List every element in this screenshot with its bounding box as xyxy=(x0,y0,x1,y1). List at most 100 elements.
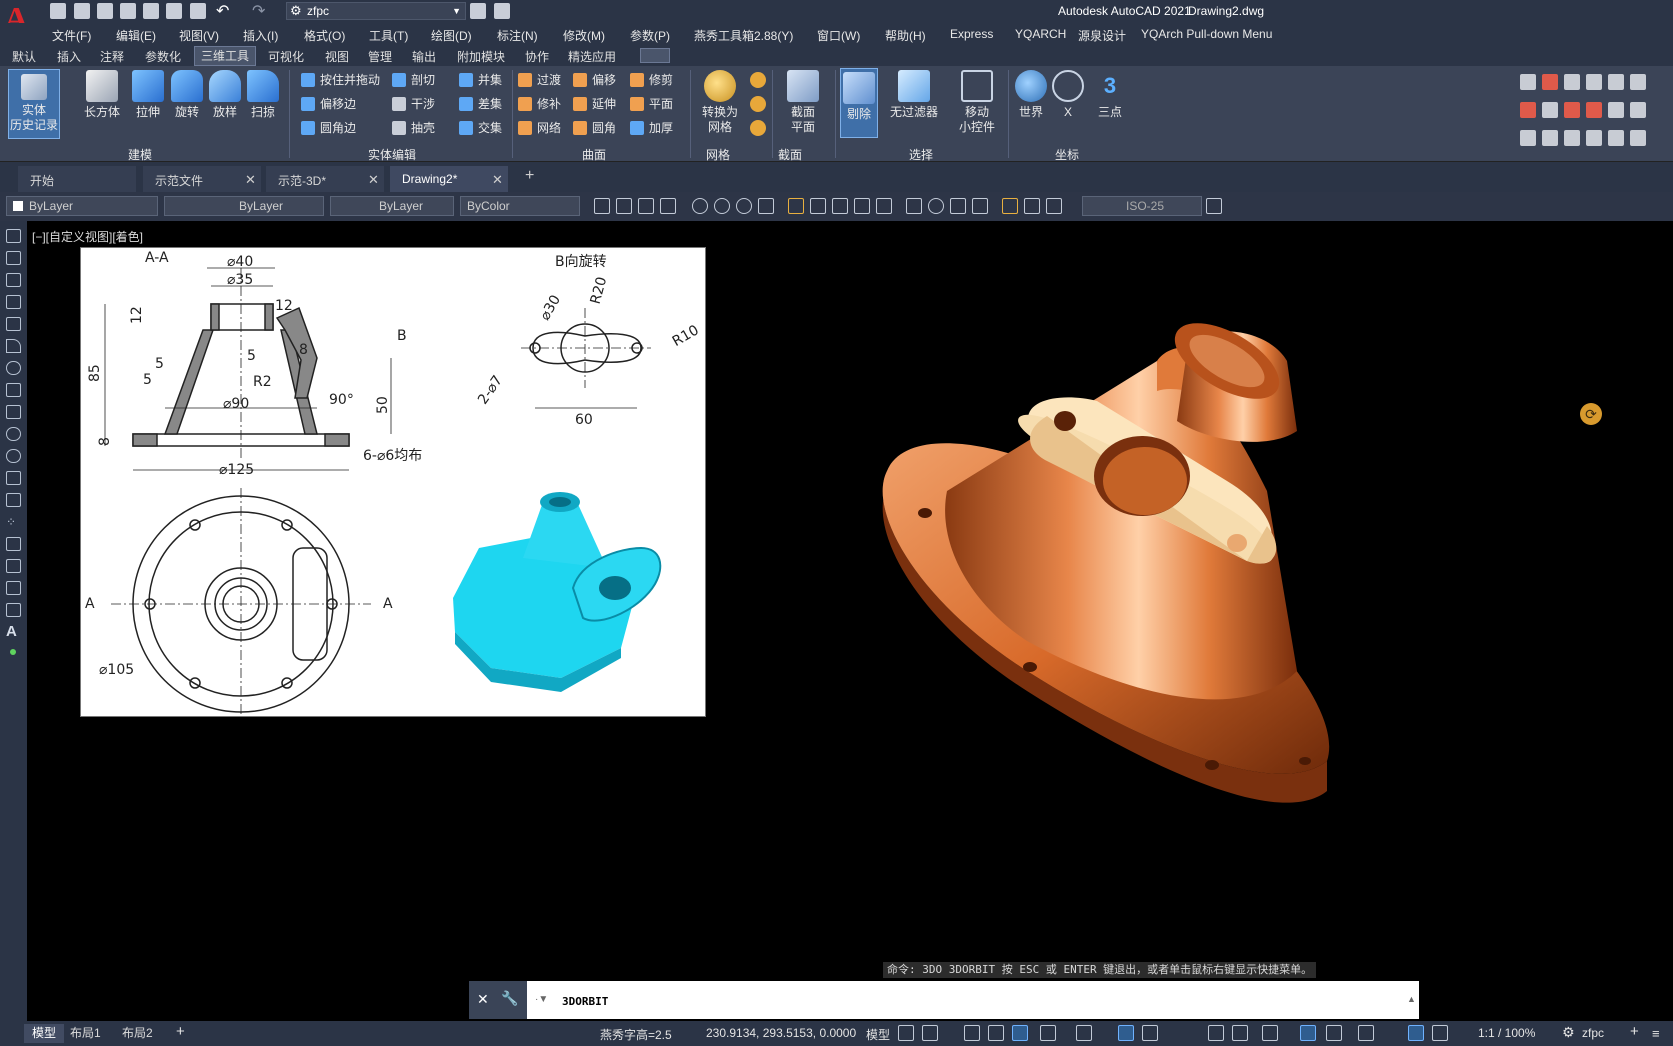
toolbar-icon[interactable] xyxy=(1586,102,1602,118)
3d-osnap-icon[interactable] xyxy=(1300,1025,1316,1041)
reference-drawing-image[interactable]: A-A ⌀40 ⌀35 12 12 5 5 8 85 5 R2 ⌀90 90° … xyxy=(80,247,706,717)
subtract-button[interactable]: 差集 xyxy=(459,96,502,112)
toolbar-icon[interactable] xyxy=(1542,102,1558,118)
dim-edit-icon[interactable] xyxy=(1002,198,1018,214)
menu-tools[interactable]: 工具(T) xyxy=(369,27,408,44)
isometric-icon[interactable] xyxy=(1076,1025,1092,1041)
polar-tracking-icon[interactable] xyxy=(1040,1025,1056,1041)
object-snap-tracking-icon[interactable] xyxy=(1118,1025,1134,1041)
arc-icon[interactable] xyxy=(6,339,21,353)
angular-dim-icon[interactable] xyxy=(758,198,774,214)
diameter-dim-icon[interactable] xyxy=(736,198,752,214)
plot-icon[interactable] xyxy=(190,3,206,19)
save-web-icon[interactable] xyxy=(166,3,182,19)
tab-visualize[interactable]: 可视化 xyxy=(268,48,304,65)
union-button[interactable]: 并集 xyxy=(459,72,502,88)
point-icon[interactable]: ⁘ xyxy=(6,515,21,529)
transparency-icon[interactable] xyxy=(1232,1025,1248,1041)
tab-collaborate[interactable]: 协作 xyxy=(525,48,549,65)
menu-draw[interactable]: 绘图(D) xyxy=(431,27,472,44)
tab-annotate[interactable]: 注释 xyxy=(100,48,124,65)
menu-modify[interactable]: 修改(M) xyxy=(563,27,605,44)
close-icon[interactable]: ✕ xyxy=(245,172,256,188)
dim-space-icon[interactable] xyxy=(854,198,870,214)
presspull-button[interactable]: 按住并拖动 xyxy=(301,72,380,88)
surface-fillet-button[interactable]: 圆角 xyxy=(573,120,616,136)
inspection-icon[interactable] xyxy=(950,198,966,214)
mesh-crease-icon[interactable] xyxy=(750,120,766,136)
menu-help[interactable]: 帮助(H) xyxy=(885,27,926,44)
doc-tab-sample[interactable]: 示范文件 ✕ xyxy=(143,166,261,192)
ucs-world-button[interactable]: 世界 xyxy=(1013,70,1049,120)
solid-history-button[interactable]: 实体 历史记录 xyxy=(8,69,60,139)
toolbar-icon[interactable] xyxy=(1520,74,1536,90)
menu-format[interactable]: 格式(O) xyxy=(304,27,345,44)
section-plane-button[interactable]: 截面 平面 xyxy=(778,70,828,135)
tab-view[interactable]: 视图 xyxy=(325,48,349,65)
polygon-icon[interactable] xyxy=(6,295,21,309)
ucs-x-button[interactable]: X xyxy=(1050,70,1086,120)
new-icon[interactable] xyxy=(50,3,66,19)
close-icon[interactable]: ✕ xyxy=(492,172,503,188)
thicken-button[interactable]: 加厚 xyxy=(630,120,673,136)
dim-break-icon[interactable] xyxy=(876,198,892,214)
copper-3d-model[interactable] xyxy=(827,321,1387,841)
toolbar-icon[interactable] xyxy=(1586,130,1602,146)
trim-button[interactable]: 修剪 xyxy=(630,72,673,88)
ortho-icon[interactable] xyxy=(1012,1025,1028,1041)
dim-text-edit-icon[interactable] xyxy=(1024,198,1040,214)
tab-layout1[interactable]: 布局1 xyxy=(62,1024,109,1043)
text-height-status[interactable]: 燕秀字高=2.5 xyxy=(600,1026,672,1043)
menu-yanxiu[interactable]: 燕秀工具箱2.88(Y) xyxy=(694,27,793,44)
auto-scale-icon[interactable] xyxy=(1432,1025,1448,1041)
insert-block-icon[interactable] xyxy=(6,471,21,485)
redo-icon[interactable]: ↷ xyxy=(252,1,265,21)
aligned-dim-icon[interactable] xyxy=(616,198,632,214)
panel-model-label[interactable]: 建模 xyxy=(128,146,152,163)
lineweight-icon[interactable] xyxy=(1208,1025,1224,1041)
network-button[interactable]: 网络 xyxy=(518,120,561,136)
annotation-visibility-icon[interactable] xyxy=(1408,1025,1424,1041)
add-selected-icon[interactable] xyxy=(6,645,21,659)
spline-icon[interactable] xyxy=(6,405,21,419)
tab-model[interactable]: 模型 xyxy=(24,1024,65,1043)
mesh-refine-icon[interactable] xyxy=(750,96,766,112)
culling-button[interactable]: 剔除 xyxy=(840,68,878,138)
extrude-button[interactable]: 拉伸 xyxy=(128,70,168,120)
tab-layout2[interactable]: 布局2 xyxy=(114,1024,161,1043)
toolbar-icon[interactable] xyxy=(1630,102,1646,118)
selection-cycling-icon[interactable] xyxy=(1262,1025,1278,1041)
patch-button[interactable]: 修补 xyxy=(518,96,561,112)
toolbar-icon[interactable] xyxy=(1564,74,1580,90)
toolbar-icon[interactable] xyxy=(1520,102,1536,118)
menu-view[interactable]: 视图(V) xyxy=(179,27,219,44)
slice-button[interactable]: 剖切 xyxy=(392,72,435,88)
customize-icon[interactable]: ≡ xyxy=(1652,1026,1660,1041)
doc-tab-start[interactable]: 开始 xyxy=(18,166,136,192)
tolerance-icon[interactable] xyxy=(906,198,922,214)
model-space-toggle[interactable]: 模型 xyxy=(866,1026,890,1043)
dynamic-input-icon[interactable] xyxy=(988,1025,1004,1041)
toolbar-icon[interactable] xyxy=(1520,130,1536,146)
move-gizmo-button[interactable]: 移动 小控件 xyxy=(952,70,1002,135)
lineweight-dropdown[interactable]: ByLayer xyxy=(330,196,454,216)
tab-parametric[interactable]: 参数化 xyxy=(145,48,181,65)
jogged-dim-icon[interactable] xyxy=(714,198,730,214)
panel-selection-label[interactable]: 选择 xyxy=(909,146,933,163)
radius-dim-icon[interactable] xyxy=(692,198,708,214)
interfere-button[interactable]: 干涉 xyxy=(392,96,435,112)
make-block-icon[interactable] xyxy=(6,493,21,507)
plotstyle-dropdown[interactable]: ByColor xyxy=(460,196,580,216)
chevron-up-icon[interactable]: ▲ xyxy=(1407,994,1416,1004)
menu-yqarch-pulldown[interactable]: YQArch Pull-down Menu xyxy=(1141,27,1272,41)
save-as-icon[interactable] xyxy=(120,3,136,19)
tab-addins[interactable]: 附加模块 xyxy=(457,48,505,65)
ordinate-dim-icon[interactable] xyxy=(660,198,676,214)
close-icon[interactable]: ✕ xyxy=(477,991,489,1008)
line-tool-icon[interactable] xyxy=(6,229,21,243)
mtext-icon[interactable]: A xyxy=(6,624,21,639)
dimstyle-dropdown[interactable]: ISO-25 xyxy=(1082,196,1202,216)
add-layout-icon[interactable]: + xyxy=(176,1023,185,1040)
color-dropdown[interactable]: ByLayer xyxy=(6,196,158,216)
baseline-dim-icon[interactable] xyxy=(810,198,826,214)
